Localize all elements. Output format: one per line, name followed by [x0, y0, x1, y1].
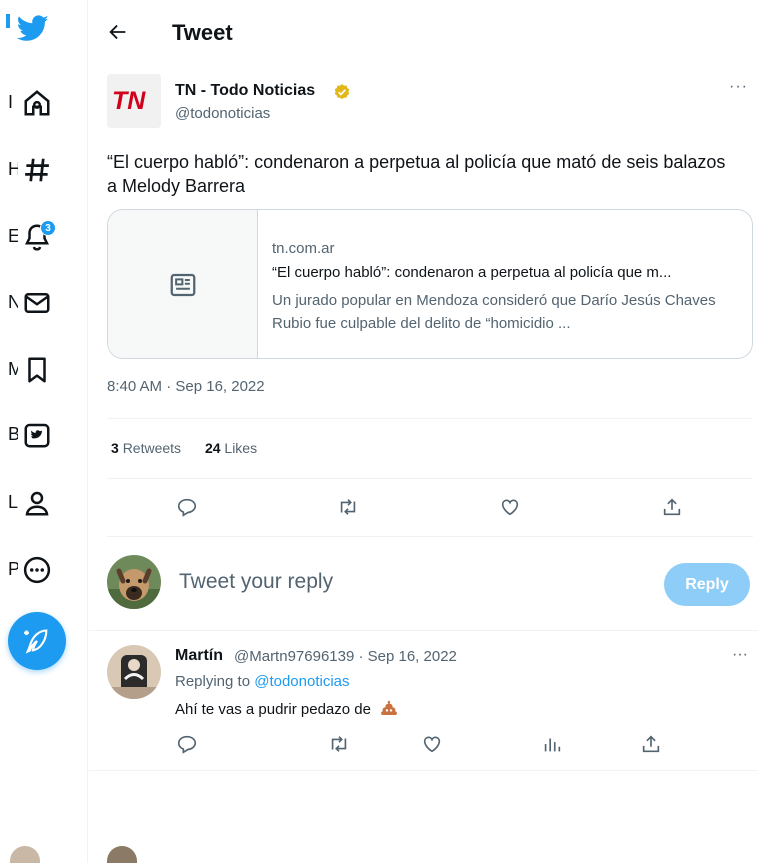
nav-item-bookmarks[interactable]: M: [0, 345, 70, 393]
divider: [107, 418, 753, 419]
divider: [107, 478, 753, 479]
replying-to: Replying to @todonoticias: [175, 673, 350, 690]
likes-label[interactable]: Likes: [224, 440, 257, 456]
nav-item-notifications[interactable]: E 3: [0, 212, 70, 260]
tweet-more-button[interactable]: ···: [729, 78, 748, 96]
nav-label-cut: H: [8, 158, 18, 179]
back-arrow-icon[interactable]: [107, 21, 129, 43]
bird-icon: [16, 15, 49, 41]
twitter-logo[interactable]: [6, 12, 54, 46]
left-nav: I H E 3 N M B L P: [0, 0, 88, 863]
twitter-blue-icon: [22, 420, 52, 450]
notification-badge: 3: [40, 220, 56, 236]
reply-text-content: Ahí te vas a pudrir pedazo de: [175, 701, 371, 718]
nav-item-messages[interactable]: N: [0, 278, 70, 326]
reply-more-button[interactable]: ···: [732, 646, 748, 664]
nav-label-cut: I: [8, 91, 14, 112]
divider: [89, 630, 758, 631]
reply-author-name[interactable]: Martín: [175, 647, 223, 665]
card-description: Un jurado popular en Mendoza consideró q…: [272, 292, 716, 332]
reply-author-avatar[interactable]: [107, 645, 161, 699]
tweet-detail: Tweet TN TN - Todo Noticias @todonoticia…: [89, 0, 758, 863]
retweets-count[interactable]: 3: [111, 440, 119, 456]
verified-badge-icon: [333, 83, 351, 101]
divider: [89, 770, 758, 771]
nav-label-cut: M: [8, 358, 18, 379]
tweet-text: “El cuerpo habló”: condenaron a perpetua…: [107, 152, 726, 196]
compose-tweet-button[interactable]: [8, 612, 66, 670]
author-avatar[interactable]: TN: [107, 74, 161, 128]
tweet-stats: 3 Retweets 24 Likes: [111, 440, 257, 456]
like-icon[interactable]: [499, 496, 525, 522]
nav-item-more[interactable]: P: [0, 545, 70, 593]
feather-plus-icon: [24, 629, 48, 654]
page-header: Tweet: [89, 0, 758, 62]
link-card[interactable]: tn.com.ar “El cuerpo habló”: condenaron …: [107, 209, 753, 359]
reply-icon[interactable]: [176, 733, 202, 759]
nav-item-explore[interactable]: H: [0, 145, 70, 193]
article-icon: [170, 273, 196, 297]
nav-label-cut: E: [8, 225, 18, 246]
nav-label-cut: N: [8, 291, 18, 312]
profile-photo: [107, 645, 161, 699]
hashtag-icon: [22, 155, 52, 185]
nav-item-lists[interactable]: B: [0, 410, 70, 458]
poop-emoji-icon: [379, 699, 399, 717]
reply-author-meta[interactable]: @Martn97696139 · Sep 16, 2022: [234, 648, 457, 665]
card-domain: tn.com.ar: [272, 240, 335, 257]
nav-label-cut: B: [8, 423, 18, 444]
reply-input[interactable]: Tweet your reply: [179, 570, 333, 594]
tn-logo: TN: [107, 74, 161, 128]
replying-to-prefix: Replying to: [175, 673, 251, 690]
reply-button[interactable]: Reply: [664, 563, 750, 606]
envelope-icon: [22, 288, 52, 318]
retweets-label[interactable]: Retweets: [123, 440, 181, 456]
bookmark-icon: [22, 355, 52, 385]
author-name[interactable]: TN - Todo Noticias: [175, 82, 315, 100]
views-icon[interactable]: [541, 733, 567, 759]
reply-text: Ahí te vas a pudrir pedazo de: [175, 699, 399, 718]
more-circle-icon: [22, 555, 52, 585]
retweet-icon[interactable]: [337, 496, 363, 522]
dog-photo: [107, 555, 161, 609]
svg-text:TN: TN: [112, 87, 146, 115]
replying-to-handle[interactable]: @todonoticias: [254, 673, 349, 690]
nav-label-cut: P: [8, 558, 18, 579]
card-title: “El cuerpo habló”: condenaron a perpetua…: [272, 264, 672, 281]
retweet-icon[interactable]: [328, 733, 354, 759]
share-icon[interactable]: [661, 496, 687, 522]
person-icon: [22, 488, 52, 518]
nav-label-cut: L: [8, 491, 18, 512]
card-thumbnail: [108, 210, 258, 358]
divider: [107, 536, 753, 537]
my-avatar[interactable]: [107, 555, 161, 609]
nav-item-profile[interactable]: L: [0, 478, 70, 526]
page-title: Tweet: [172, 20, 233, 45]
like-icon[interactable]: [421, 733, 447, 759]
reply-icon[interactable]: [176, 496, 202, 522]
tweet-timestamp[interactable]: 8:40 AM · Sep 16, 2022: [107, 378, 265, 395]
nav-item-home[interactable]: I: [0, 78, 70, 126]
home-icon: [22, 88, 52, 118]
share-icon[interactable]: [640, 733, 666, 759]
nav-cut-fragment: [6, 14, 10, 28]
author-handle[interactable]: @todonoticias: [175, 105, 270, 122]
likes-count[interactable]: 24: [205, 440, 221, 456]
